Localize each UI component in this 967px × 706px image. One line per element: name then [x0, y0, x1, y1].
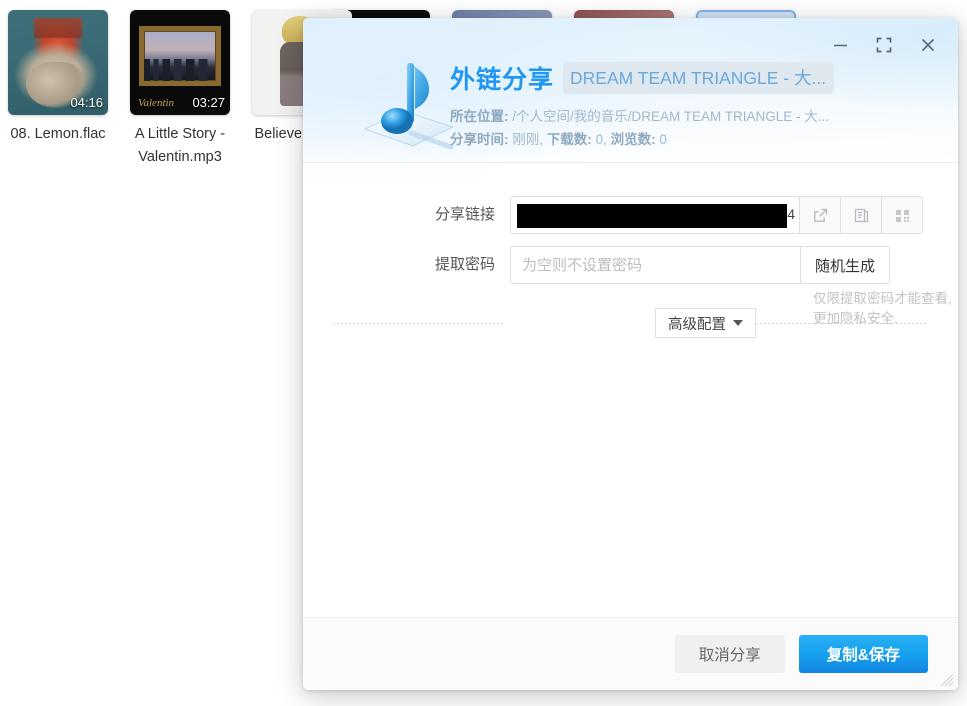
advanced-divider: 高级配置 — [333, 308, 928, 338]
artwork-signature: Valentin — [138, 97, 175, 109]
advanced-settings-label: 高级配置 — [668, 316, 726, 333]
file-tile[interactable]: 04:16 08. Lemon.flac — [8, 10, 108, 170]
divider-line-left — [333, 322, 505, 324]
password-input-group: 随机生成 — [510, 246, 891, 284]
password-row: 提取密码 随机生成 — [303, 246, 958, 284]
share-link-row: 分享链接 4 — [303, 196, 958, 234]
redacted-link-overlay — [517, 204, 787, 228]
generate-password-button[interactable]: 随机生成 — [800, 246, 891, 284]
password-field-wrapper[interactable] — [510, 246, 800, 284]
copy-and-save-button[interactable]: 复制&保存 — [798, 635, 928, 673]
fullscreen-button[interactable] — [864, 26, 904, 64]
share-link-input[interactable]: 4 — [510, 196, 800, 234]
password-input[interactable] — [522, 256, 789, 274]
downloads-value: 0, — [595, 132, 607, 148]
cancel-share-button[interactable]: 取消分享 — [674, 635, 785, 673]
resize-handle[interactable] — [941, 674, 954, 687]
location-line: 所在位置: /个人空间/我的音乐/DREAM TEAM TRIANGLE - 大… — [450, 105, 928, 128]
password-label: 提取密码 — [434, 256, 495, 273]
minimize-button[interactable] — [820, 26, 860, 64]
share-link-input-group: 4 — [510, 196, 923, 234]
dialog-title: 外链分享 — [450, 66, 555, 94]
dialog-body: 分享链接 4 提取密码 为空则不设置密码 随机生成 仅限提取密码才能查看, 更加… — [303, 163, 958, 617]
copy-icon[interactable] — [841, 196, 882, 234]
file-grid: 04:16 08. Lemon.flac Valentin 03:27 A Li… — [8, 10, 352, 170]
divider-line-right — [756, 322, 928, 324]
location-value: /个人空间/我的音乐/DREAM TEAM TRIANGLE - 大... — [512, 109, 830, 124]
views-value: 0 — [659, 132, 667, 148]
duration-badge: 03:27 — [192, 95, 225, 110]
location-label: 所在位置: — [450, 109, 509, 124]
share-link-label: 分享链接 — [434, 206, 495, 223]
close-button[interactable] — [908, 26, 948, 64]
share-link-dialog: 外链分享 DREAM TEAM TRIANGLE - 大... 所在位置: /个… — [303, 18, 958, 690]
open-external-icon[interactable] — [800, 196, 841, 234]
file-name-label: 08. Lemon.flac — [10, 126, 106, 142]
share-link-value: 4 — [787, 206, 795, 222]
file-name-label: A Little Story - Valentin.mp3 — [134, 126, 226, 166]
views-label: 浏览数: — [610, 132, 656, 148]
qrcode-icon[interactable] — [882, 196, 923, 234]
file-thumbnail[interactable]: Valentin 03:27 — [130, 10, 230, 115]
music-note-icon — [355, 51, 463, 151]
duration-badge: 04:16 — [70, 95, 103, 110]
file-tile[interactable]: Valentin 03:27 A Little Story - Valentin… — [130, 10, 230, 170]
window-controls — [820, 26, 948, 64]
shared-file-name-chip: DREAM TEAM TRIANGLE - 大... — [563, 62, 835, 94]
dialog-header: 外链分享 DREAM TEAM TRIANGLE - 大... 所在位置: /个… — [303, 18, 958, 163]
dialog-header-text: 外链分享 DREAM TEAM TRIANGLE - 大... 所在位置: /个… — [450, 60, 928, 151]
dialog-footer: 取消分享 复制&保存 — [303, 617, 958, 690]
advanced-settings-button[interactable]: 高级配置 — [655, 308, 756, 338]
share-time-label: 分享时间: — [450, 132, 509, 148]
downloads-label: 下载数: — [546, 132, 592, 148]
share-stats-line: 分享时间: 刚刚, 下载数: 0, 浏览数: 0 — [450, 128, 928, 151]
chevron-down-icon — [733, 320, 743, 326]
file-thumbnail[interactable]: 04:16 — [8, 10, 108, 115]
share-time-value: 刚刚, — [512, 132, 544, 148]
